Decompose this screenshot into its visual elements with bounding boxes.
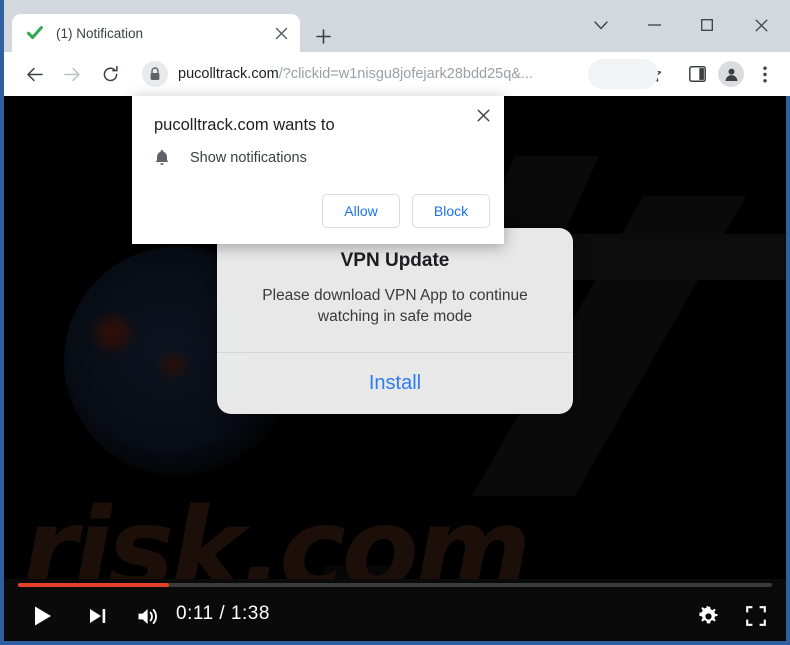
tab-close-icon[interactable] <box>270 22 292 44</box>
permission-label: Show notifications <box>190 150 307 166</box>
block-button[interactable]: Block <box>412 194 490 228</box>
video-timestamp: 0:11 / 1:38 <box>176 603 270 624</box>
minimize-icon[interactable] <box>637 10 671 40</box>
three-dot-menu-icon[interactable] <box>750 59 780 89</box>
browser-toolbar: pucolltrack.com/?clickid=w1nisgu8jofejar… <box>4 52 790 96</box>
green-check-icon <box>26 24 44 42</box>
vpn-dialog-title: VPN Update <box>340 250 450 271</box>
avatar <box>718 61 744 87</box>
address-bar[interactable]: pucolltrack.com/?clickid=w1nisgu8jofejar… <box>138 59 592 89</box>
tab-title: (1) Notification <box>56 25 144 41</box>
permission-row: Show notifications <box>154 148 307 168</box>
browser-tab[interactable]: (1) Notification <box>12 14 300 52</box>
url-path: /?clickid=w1nisgu8jofejark28bdd25q&... <box>278 66 534 82</box>
watermark-dot <box>96 316 130 350</box>
url-host: pucolltrack.com <box>178 66 279 82</box>
back-icon[interactable] <box>18 58 50 90</box>
permission-title: pucolltrack.com wants to <box>154 116 335 134</box>
maximize-icon[interactable] <box>690 10 724 40</box>
play-icon[interactable] <box>24 601 62 631</box>
share-star-pill-background <box>588 59 658 89</box>
volume-icon[interactable] <box>130 602 166 630</box>
video-progress-bar[interactable] <box>18 583 772 587</box>
close-icon[interactable] <box>470 102 496 128</box>
allow-button[interactable]: Allow <box>322 194 400 228</box>
vpn-update-dialog: VPN Update Please download VPN App to co… <box>217 228 573 414</box>
video-controls-bar: 0:11 / 1:38 <box>4 579 786 641</box>
video-progress-fill <box>18 583 169 587</box>
vpn-install-button[interactable]: Install <box>217 352 573 414</box>
vpn-dialog-body: Please download VPN App to continue watc… <box>262 287 528 325</box>
browser-window: (1) Notification pucolltrack.com/?clicki… <box>0 0 790 645</box>
window-close-icon[interactable] <box>744 10 778 40</box>
next-track-icon[interactable] <box>79 602 115 630</box>
fullscreen-icon[interactable] <box>740 601 772 631</box>
forward-icon <box>56 58 88 90</box>
chevron-down-icon[interactable] <box>584 10 618 40</box>
side-panel-icon[interactable] <box>682 59 712 89</box>
notification-permission-popup: pucolltrack.com wants to Show notificati… <box>132 96 504 244</box>
permission-buttons: Allow Block <box>322 194 490 228</box>
lock-icon[interactable] <box>142 61 168 87</box>
url-text[interactable]: pucolltrack.com/?clickid=w1nisgu8jofejar… <box>178 66 533 82</box>
reload-icon[interactable] <box>94 58 126 90</box>
watermark-dot-secondary <box>162 354 184 376</box>
tab-strip: (1) Notification <box>4 0 790 52</box>
profile-avatar[interactable] <box>716 59 746 89</box>
new-tab-button[interactable] <box>309 22 337 50</box>
bell-icon <box>154 148 174 168</box>
gear-icon[interactable] <box>692 601 724 631</box>
